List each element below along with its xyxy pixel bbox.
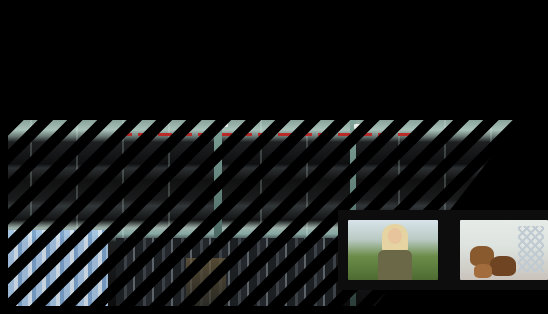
figure-body: [378, 250, 412, 280]
screen: [0, 0, 548, 314]
thumbnail-puppies[interactable]: [460, 220, 548, 280]
fence: [518, 226, 544, 272]
puppy: [474, 264, 492, 278]
video-frame: [8, 8, 548, 306]
thumbnail-woman[interactable]: [348, 220, 438, 280]
figure-head: [388, 228, 402, 244]
puppy: [490, 256, 516, 276]
thumbnail-strip: [338, 210, 548, 290]
